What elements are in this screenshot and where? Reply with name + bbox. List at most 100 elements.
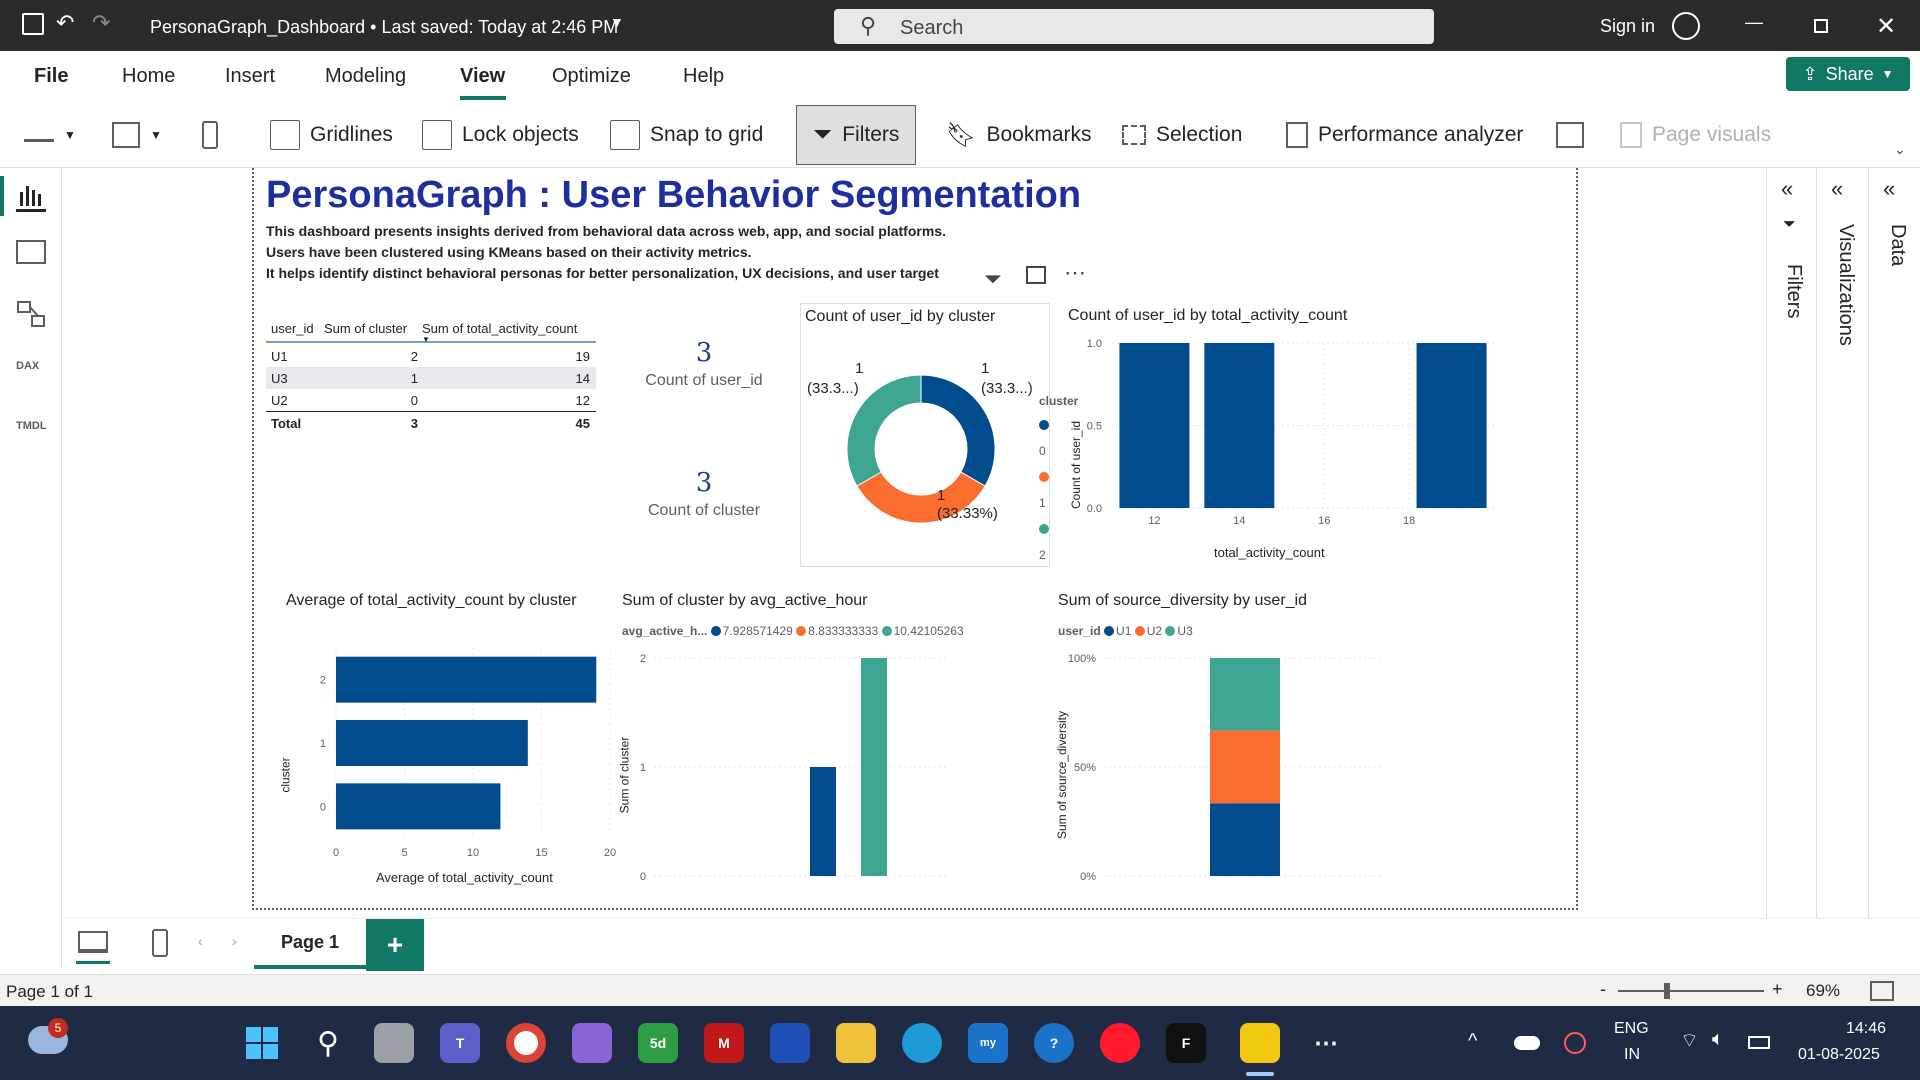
zoom-slider-thumb[interactable] <box>1664 983 1670 999</box>
undo-icon[interactable]: ↶ <box>56 10 74 36</box>
zoom-out-icon[interactable]: - <box>1600 979 1606 1000</box>
onedrive-icon[interactable] <box>1514 1036 1540 1050</box>
menu-insert[interactable]: Insert <box>225 65 275 88</box>
donut-chart-visual[interactable]: Count of user_id by cluster cluster 0 1 … <box>800 303 1078 568</box>
ribbon-collapse-icon[interactable]: ⌄ <box>1894 141 1906 158</box>
fit-to-page-icon[interactable] <box>1870 981 1894 1001</box>
tmdl-view-icon[interactable]: TMDL <box>16 420 47 450</box>
data-pane[interactable]: « Data <box>1869 168 1920 918</box>
add-page-button[interactable]: + <box>366 919 424 971</box>
expand-filters-icon[interactable]: « <box>1781 176 1793 202</box>
sync-slicers-button[interactable] <box>1556 103 1584 167</box>
model-view-icon[interactable] <box>16 300 46 330</box>
filters-button[interactable]: ⏷ Filters <box>796 105 917 165</box>
mobile-layout-button[interactable] <box>202 103 218 167</box>
menu-optimize[interactable]: Optimize <box>552 65 631 88</box>
zoom-slider[interactable] <box>1618 983 1764 999</box>
edge-icon[interactable] <box>902 1023 942 1063</box>
source-diversity-visual[interactable]: Sum of source_diversity by user_id user_… <box>1054 588 1384 888</box>
zoom-in-icon[interactable]: + <box>1772 979 1783 1000</box>
sign-in-link[interactable]: Sign in <box>1600 16 1655 37</box>
minimize-icon[interactable]: — <box>1745 12 1763 33</box>
legend-item[interactable]: 1 <box>1039 464 1051 516</box>
myhp-icon[interactable]: my <box>968 1023 1008 1063</box>
table-view-icon[interactable] <box>16 240 46 264</box>
volume-icon[interactable]: 🔈︎ <box>1712 1028 1724 1051</box>
more-options-icon[interactable]: ⋯ <box>1064 260 1086 286</box>
gridlines-checkbox[interactable]: Gridlines <box>270 103 393 167</box>
expand-visualizations-icon[interactable]: « <box>1831 176 1843 202</box>
cluster-by-active-hour-visual[interactable]: Sum of cluster by avg_active_hour avg_ac… <box>617 588 963 888</box>
summary-table[interactable]: user_id Sum of cluster Sum of total_acti… <box>266 313 596 433</box>
show-hidden-icons[interactable]: ^ <box>1468 1030 1477 1053</box>
close-icon[interactable]: ✕ <box>1876 12 1896 41</box>
chrome-icon[interactable] <box>506 1023 546 1063</box>
more-apps-icon[interactable]: ⋯ <box>1306 1023 1346 1063</box>
card-count-cluster[interactable]: 3 Count of cluster <box>634 468 774 528</box>
desktop-layout-icon[interactable] <box>78 931 108 953</box>
start-icon[interactable] <box>242 1023 282 1063</box>
menu-help[interactable]: Help <box>683 65 724 88</box>
table-header-sum-cluster[interactable]: Sum of cluster <box>324 321 407 336</box>
page-tab-1[interactable]: Page 1 <box>254 919 366 969</box>
wifi-icon[interactable]: ⌔ <box>1680 1028 1699 1053</box>
snap-to-grid-checkbox[interactable]: Snap to grid <box>610 103 763 167</box>
help-icon[interactable]: ? <box>1034 1023 1074 1063</box>
save-icon[interactable] <box>22 13 44 35</box>
search-box[interactable]: ⚲ Search <box>834 9 1434 44</box>
menu-modeling[interactable]: Modeling <box>325 65 406 88</box>
theme-dropdown[interactable]: ▼ <box>24 103 76 167</box>
chevron-down-icon[interactable]: ▼ <box>610 14 624 30</box>
table-cell: 1 <box>410 371 418 386</box>
menu-view[interactable]: View <box>460 65 505 88</box>
app-5d-icon[interactable]: 5d <box>638 1023 678 1063</box>
prev-page-icon[interactable]: ‹ <box>198 933 203 949</box>
visualizations-pane[interactable]: « Visualizations <box>1817 168 1869 918</box>
account-icon[interactable] <box>1672 12 1700 40</box>
clock-time[interactable]: 14:46 <box>1846 1020 1886 1038</box>
bookmarks-button[interactable]: 🔖︎ Bookmarks <box>946 103 1092 167</box>
redo-icon[interactable]: ↷ <box>92 10 110 36</box>
lock-objects-checkbox[interactable]: Lock objects <box>422 103 579 167</box>
opera-icon[interactable] <box>1100 1023 1140 1063</box>
restore-icon[interactable] <box>1814 19 1828 33</box>
legend-item[interactable]: 2 <box>1039 516 1051 568</box>
table-header-sum-activity[interactable]: Sum of total_activity_count <box>422 321 577 336</box>
app-f-icon[interactable]: F <box>1166 1023 1206 1063</box>
selection-button[interactable]: Selection <box>1122 103 1242 167</box>
search-icon[interactable]: ⚲ <box>308 1023 348 1063</box>
clock-date[interactable]: 01-08-2025 <box>1798 1046 1880 1064</box>
mobile-layout-icon[interactable] <box>152 929 168 957</box>
sync-icon[interactable] <box>1564 1032 1586 1054</box>
focus-mode-icon[interactable] <box>1026 266 1046 284</box>
card-count-user-id[interactable]: 3 Count of user_id <box>634 338 774 398</box>
avg-activity-by-cluster-visual[interactable]: Average of total_activity_count by clust… <box>274 588 624 888</box>
copilot-icon[interactable] <box>572 1023 612 1063</box>
language-code[interactable]: ENG <box>1614 1020 1649 1038</box>
next-page-icon[interactable]: › <box>232 933 237 949</box>
page-view-dropdown[interactable]: ▼ <box>112 103 162 167</box>
task-view-icon[interactable] <box>374 1023 414 1063</box>
report-view-icon[interactable] <box>16 182 46 212</box>
teams-icon[interactable]: T <box>440 1023 480 1063</box>
menu-file[interactable]: File <box>34 65 68 88</box>
legend-item[interactable]: 0 <box>1039 412 1051 464</box>
activity-count-chart-visual[interactable]: Count of user_id by total_activity_count… <box>1064 303 1514 567</box>
performance-analyzer-button[interactable]: Performance analyzer <box>1286 103 1523 167</box>
report-page[interactable]: PersonaGraph : User Behavior Segmentatio… <box>252 168 1578 910</box>
table-header-user-id[interactable]: user_id <box>271 321 314 336</box>
visual-filter-icon[interactable]: ⏷ <box>984 266 1002 292</box>
expand-data-icon[interactable]: « <box>1883 176 1895 202</box>
file-explorer-icon[interactable] <box>836 1023 876 1063</box>
power-bi-icon[interactable] <box>1240 1023 1280 1063</box>
mcafee-icon[interactable]: M <box>704 1023 744 1063</box>
zoom-level[interactable]: 69% <box>1806 981 1840 1001</box>
menu-home[interactable]: Home <box>122 65 175 88</box>
filters-pane[interactable]: « ⏷ Filters <box>1767 168 1817 918</box>
battery-icon[interactable] <box>1748 1036 1770 1049</box>
dax-query-view-icon[interactable]: DAX <box>16 360 46 390</box>
region-code[interactable]: IN <box>1624 1046 1640 1064</box>
document-title[interactable]: PersonaGraph_Dashboard • Last saved: Tod… <box>150 17 618 38</box>
share-button[interactable]: ⇪ Share ▼ <box>1786 57 1910 91</box>
store-icon[interactable] <box>770 1023 810 1063</box>
